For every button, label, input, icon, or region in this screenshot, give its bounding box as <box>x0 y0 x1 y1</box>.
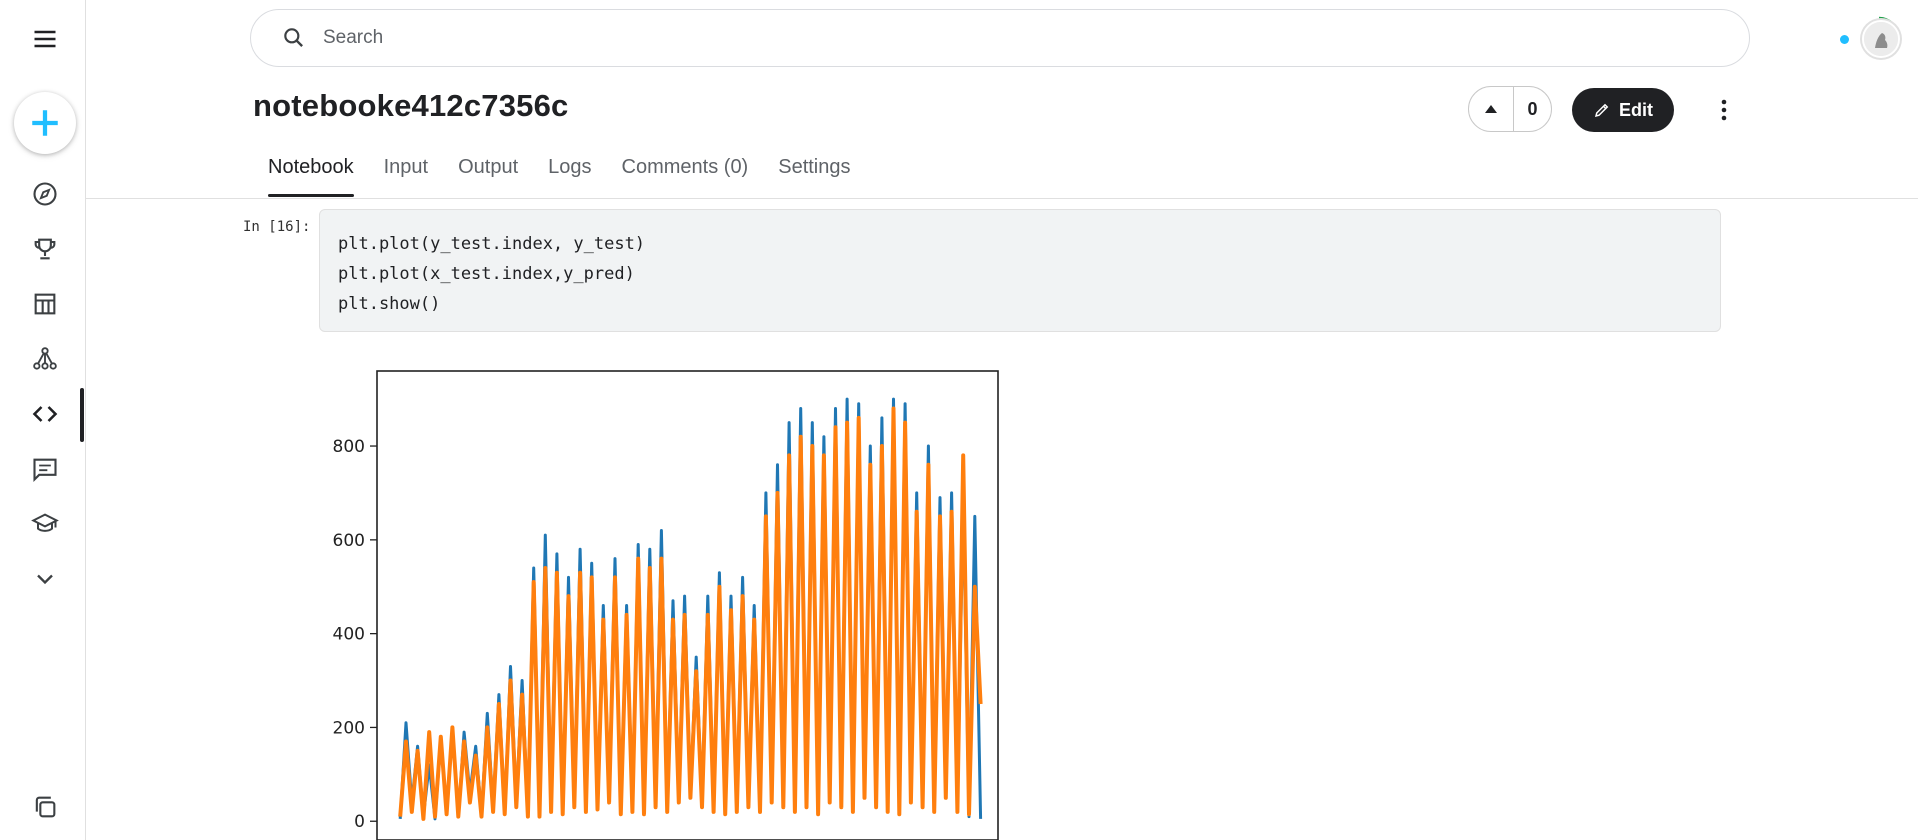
y-tick-label: 0 <box>354 812 365 832</box>
active-indicator <box>80 388 84 442</box>
pencil-icon <box>1594 103 1609 118</box>
compass-icon[interactable] <box>24 173 66 215</box>
y-tick-label: 800 <box>333 437 365 457</box>
y-axis: 0 200 400 600 800 <box>333 437 377 832</box>
search-bar[interactable] <box>250 9 1750 67</box>
more-options-icon[interactable] <box>1710 92 1738 128</box>
tab-output[interactable]: Output <box>458 156 518 196</box>
vote-count: 0 <box>1527 98 1538 119</box>
copy-icon[interactable] <box>24 786 66 828</box>
plot-series <box>398 397 983 821</box>
tab-logs[interactable]: Logs <box>548 156 591 196</box>
menu-icon[interactable] <box>24 18 66 60</box>
search-icon <box>284 28 303 47</box>
notebook-tabs: Notebook Input Output Logs Comments (0) … <box>268 156 881 197</box>
edit-button-label: Edit <box>1619 99 1653 120</box>
models-icon[interactable] <box>24 338 66 380</box>
code-line: plt.plot(y_test.index, y_test) <box>338 234 646 254</box>
page-title: notebooke412c7356c <box>253 88 569 123</box>
chevron-down-icon[interactable] <box>24 558 66 600</box>
y-tick-label: 600 <box>333 531 365 551</box>
trophy-icon[interactable] <box>24 228 66 270</box>
table-icon[interactable] <box>24 283 66 325</box>
discussion-icon[interactable] <box>24 448 66 490</box>
search-input[interactable] <box>321 26 1625 50</box>
avatar[interactable] <box>1862 20 1900 58</box>
tab-comments[interactable]: Comments (0) <box>622 156 749 196</box>
create-button[interactable] <box>14 92 76 154</box>
upvote-button[interactable] <box>1469 87 1514 131</box>
tab-input[interactable]: Input <box>384 156 428 196</box>
code-cell[interactable]: plt.plot(y_test.index, y_test) plt.plot(… <box>319 209 1721 332</box>
code-icon[interactable] <box>24 393 66 435</box>
learn-icon[interactable] <box>24 503 66 545</box>
series-line-y-pred <box>398 406 983 821</box>
triangle-up-icon <box>1485 105 1497 113</box>
sidebar <box>0 0 86 840</box>
code-line: plt.show() <box>338 294 441 314</box>
tab-divider <box>86 198 1918 199</box>
y-tick-label: 400 <box>333 625 365 645</box>
notification-dot <box>1840 35 1849 44</box>
tab-settings[interactable]: Settings <box>778 156 850 196</box>
y-tick-label: 200 <box>333 718 365 738</box>
cell-prompt: In [16]: <box>243 219 311 235</box>
code-line: plt.plot(x_test.index,y_pred) <box>338 264 635 284</box>
edit-button[interactable]: Edit <box>1572 88 1674 132</box>
vote-widget: 0 <box>1468 86 1552 132</box>
output-plot: 0 200 400 600 800 <box>333 370 999 840</box>
tab-notebook[interactable]: Notebook <box>268 156 354 197</box>
plus-icon <box>32 110 58 136</box>
